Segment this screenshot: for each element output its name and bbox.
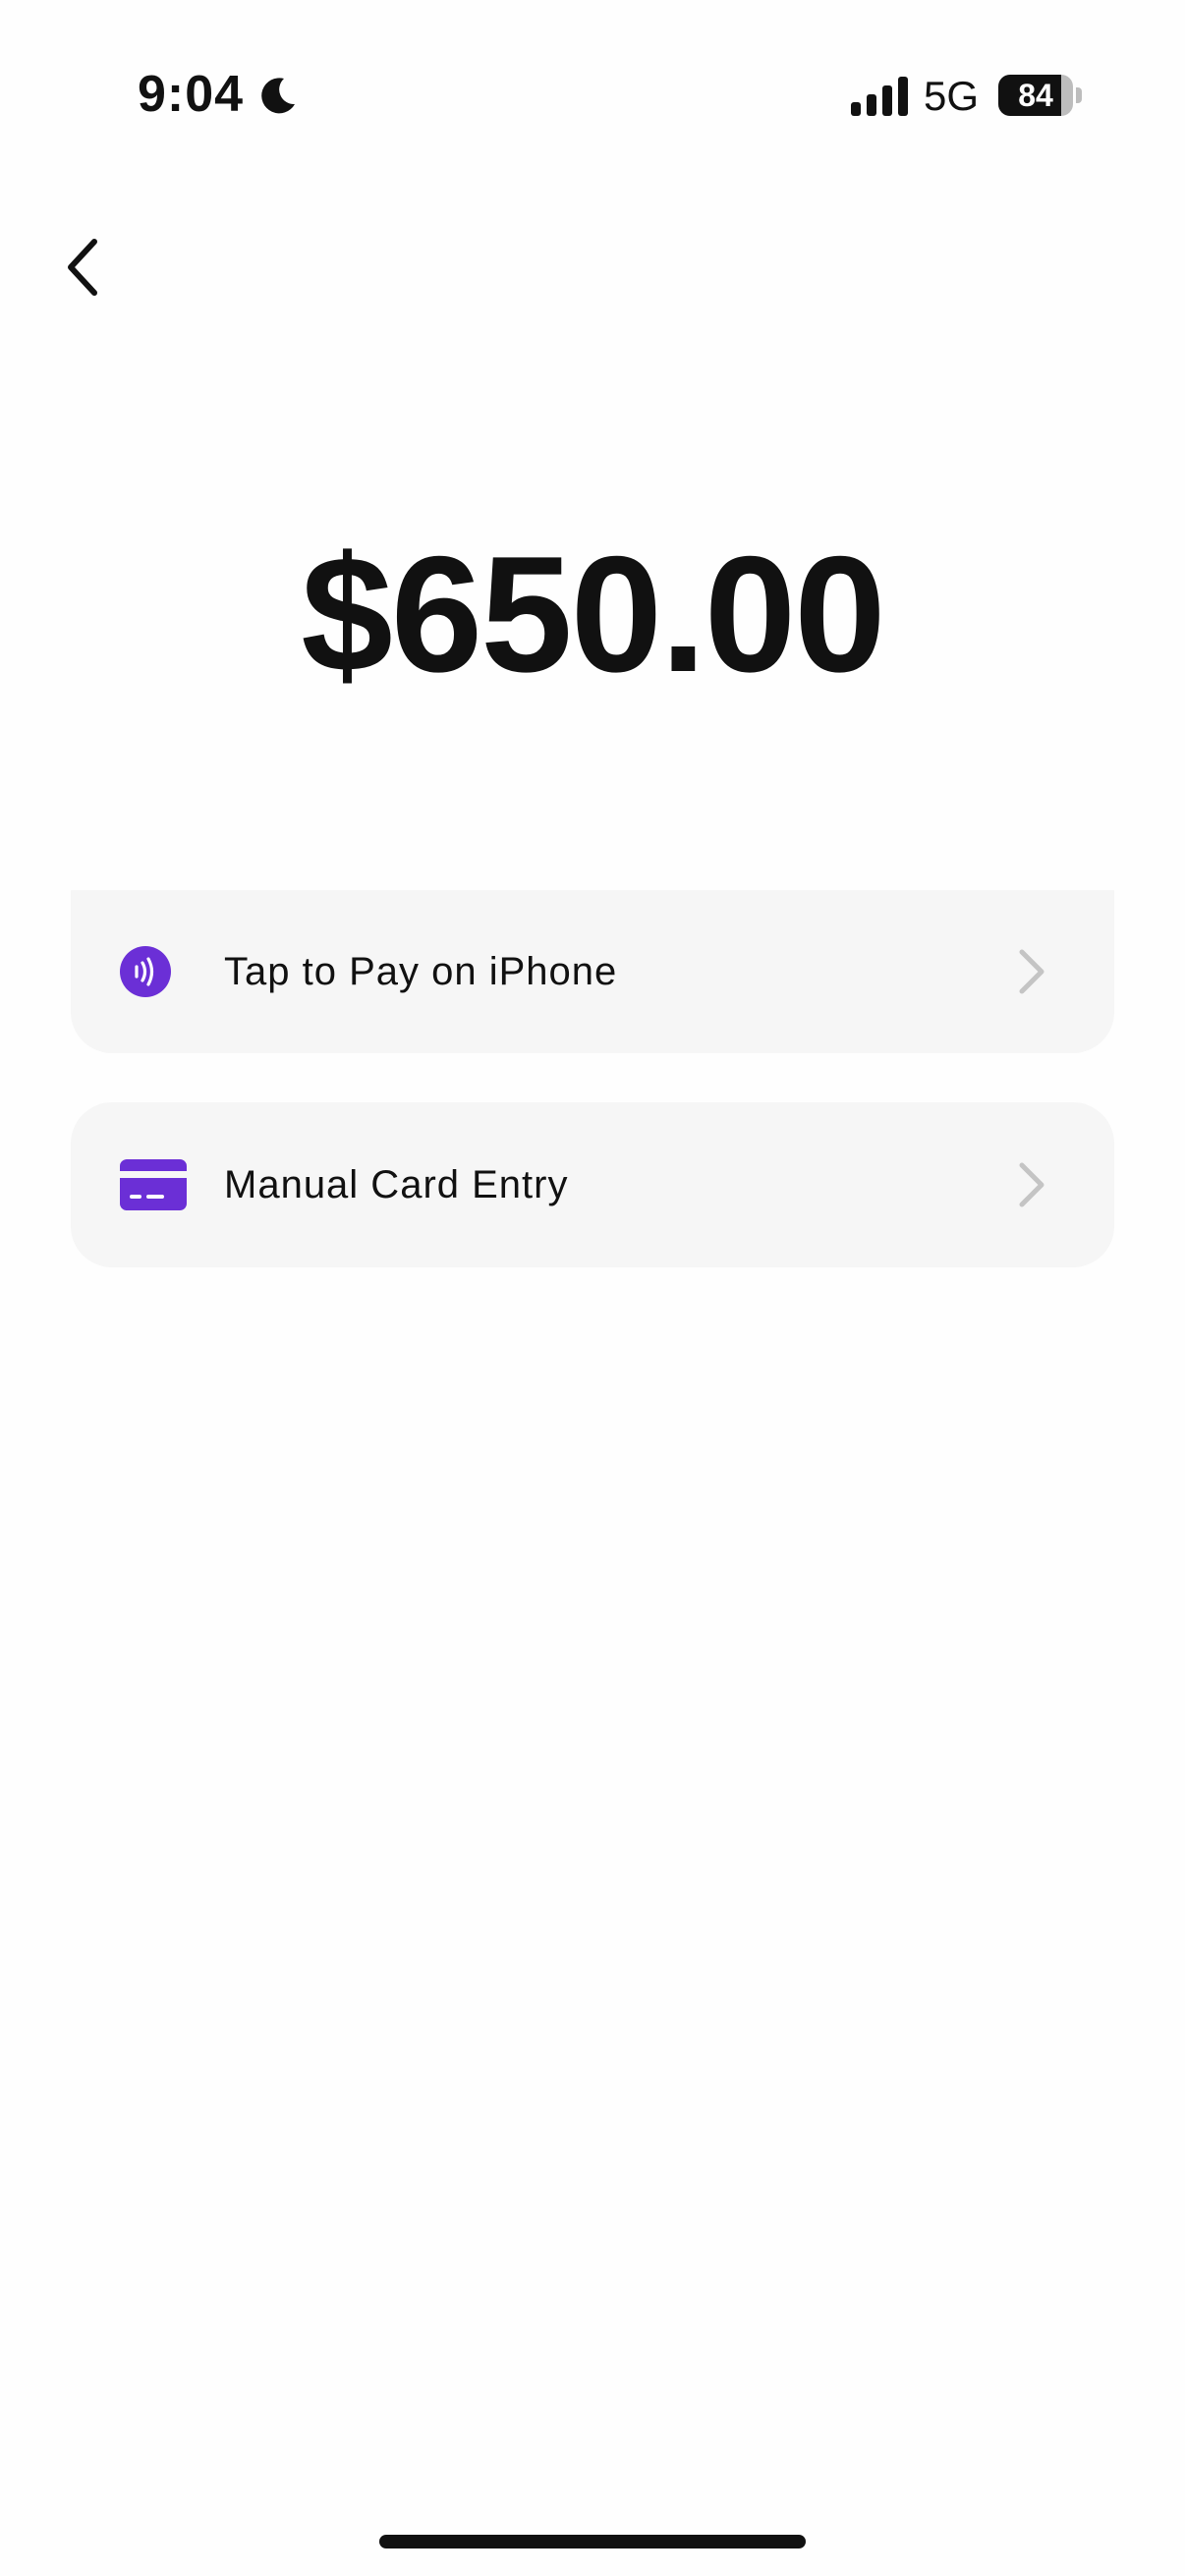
manual-card-entry-label: Manual Card Entry <box>224 1163 569 1206</box>
tap-to-pay-option[interactable]: Tap to Pay on iPhone <box>71 890 1114 1053</box>
battery-nub <box>1076 87 1082 103</box>
tap-to-pay-label: Tap to Pay on iPhone <box>224 950 618 993</box>
moon-icon <box>261 78 295 114</box>
back-button[interactable] <box>39 216 128 314</box>
status-bar: 9:04 5G 84 <box>0 0 1185 147</box>
credit-card-icon <box>120 1159 187 1210</box>
network-label: 5G <box>924 73 980 119</box>
battery-level: 84 <box>1018 78 1053 113</box>
contactless-icon <box>120 946 171 997</box>
chevron-left-icon <box>68 239 97 296</box>
battery-body: 84 <box>998 75 1073 116</box>
home-indicator[interactable] <box>379 2535 806 2548</box>
battery-icon: 84 <box>998 75 1082 116</box>
manual-card-entry-option[interactable]: Manual Card Entry <box>71 1102 1114 1267</box>
signal-icon <box>851 77 908 116</box>
status-time: 9:04 <box>138 66 245 123</box>
chevron-right-icon <box>1019 949 1044 994</box>
chevron-right-icon <box>1019 1162 1044 1207</box>
payment-amount: $650.00 <box>301 522 885 706</box>
